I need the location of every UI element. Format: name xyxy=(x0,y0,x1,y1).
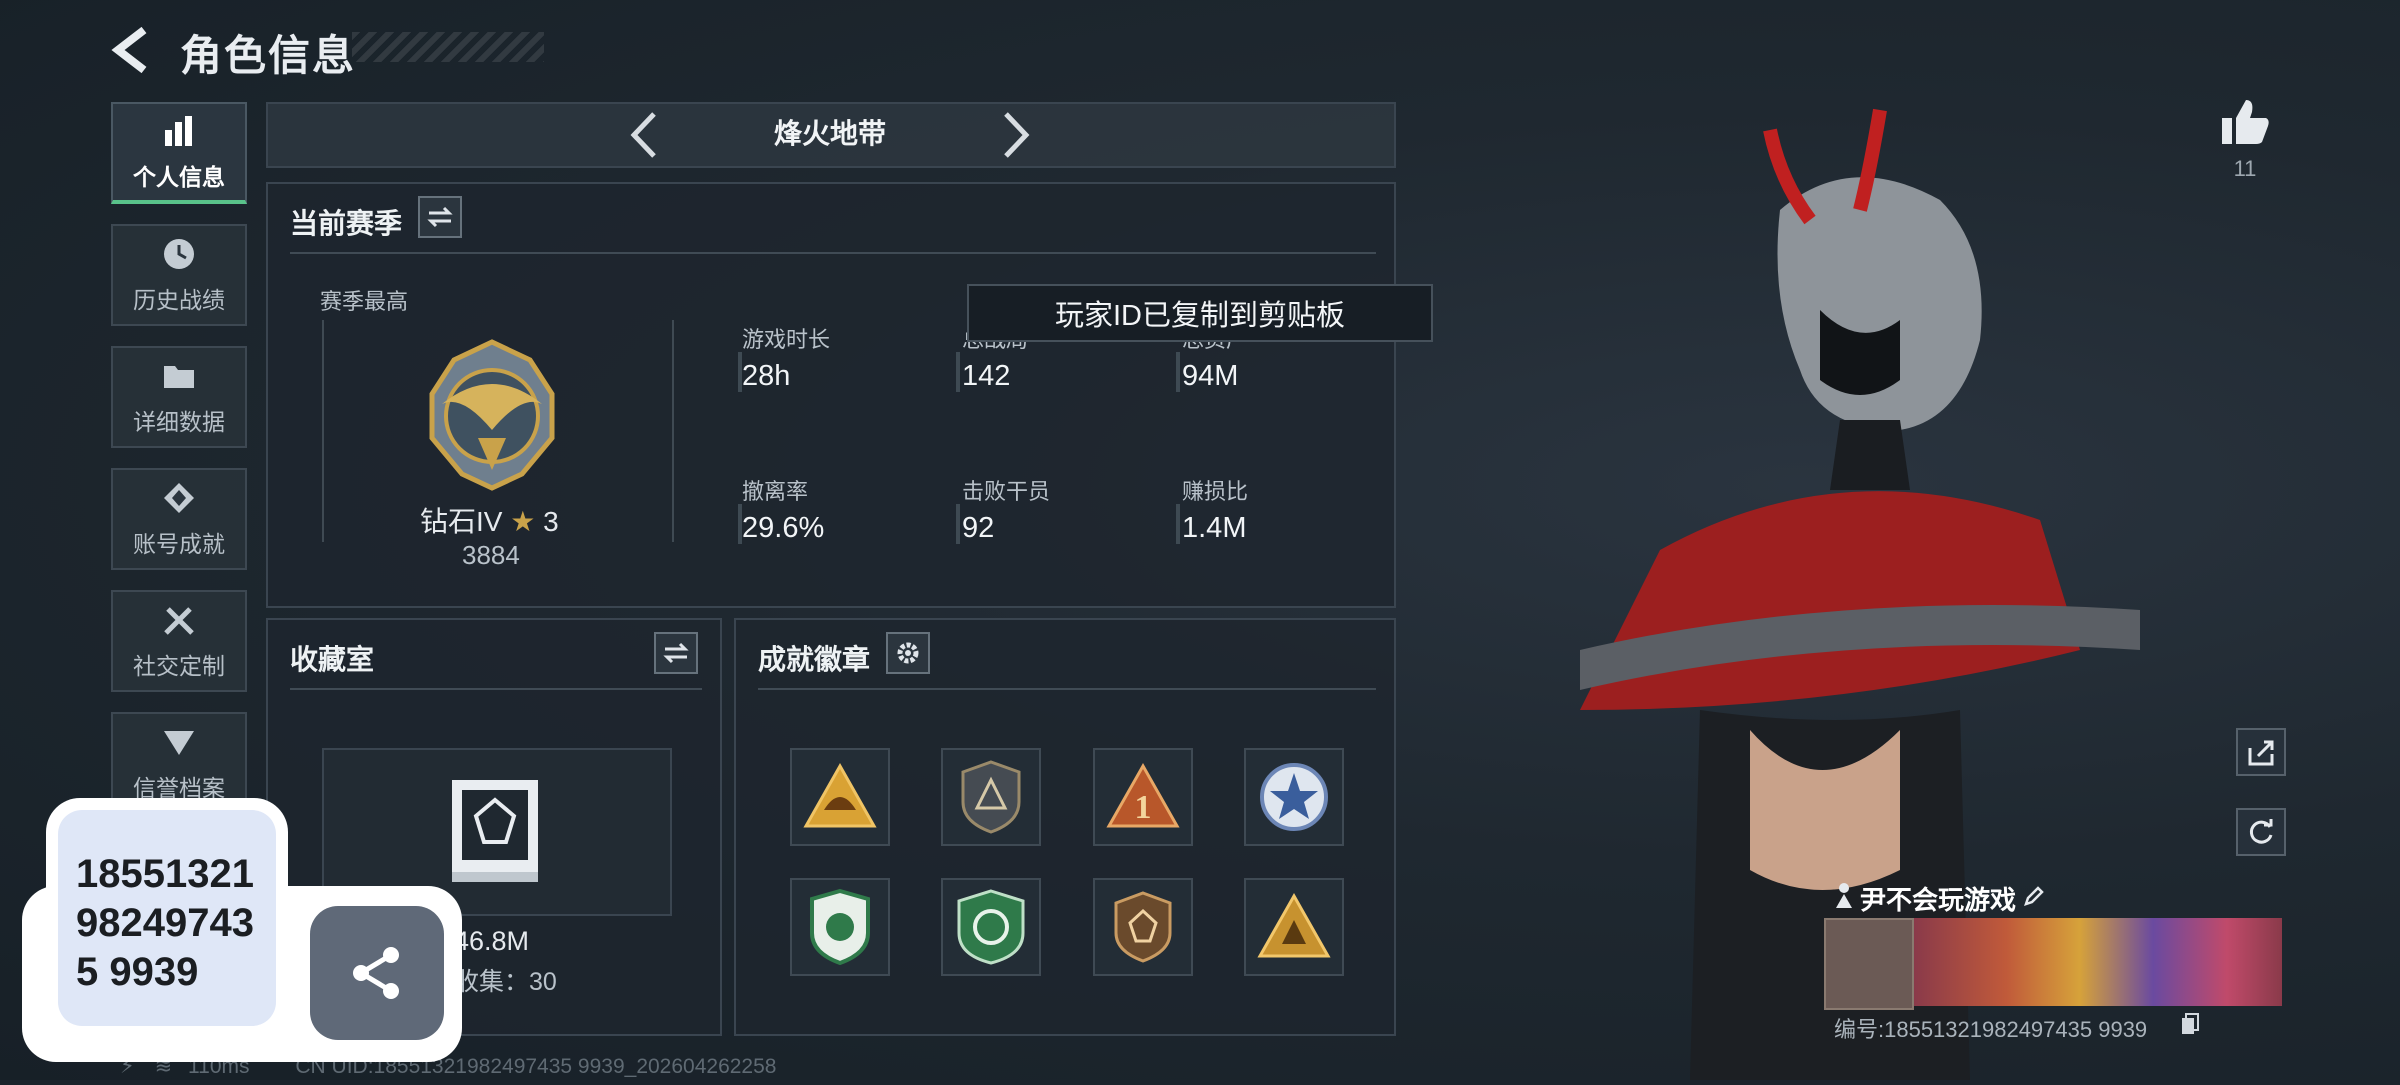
season-best-label: 赛季最高 xyxy=(320,289,409,314)
stat-label: 撤离率 xyxy=(742,479,809,504)
gear-icon xyxy=(897,642,919,664)
sidebar-item-achievements[interactable]: 账号成就 xyxy=(111,468,247,570)
rotate-button[interactable] xyxy=(2236,808,2286,856)
mode-prev-button[interactable] xyxy=(626,110,660,165)
stat-value: 29.6% xyxy=(742,512,825,544)
sidebar-item-detailed-data[interactable]: 详细数据 xyxy=(111,346,247,448)
tools-icon xyxy=(164,607,194,635)
sidebar-item-history[interactable]: 历史战绩 xyxy=(111,224,247,326)
chevron-right-icon xyxy=(1004,112,1030,158)
achievement-badge[interactable] xyxy=(790,878,890,976)
collection-value: 46.8M xyxy=(454,926,530,956)
star-icon: ★ xyxy=(510,506,536,537)
stat-label: 游戏时长 xyxy=(742,327,831,352)
divider xyxy=(290,688,702,690)
thumbs-up-icon xyxy=(2222,100,2269,144)
svg-text:1: 1 xyxy=(1135,789,1152,826)
stat-value: 1.4M xyxy=(1182,512,1247,544)
green-crest-badge-icon xyxy=(957,889,1025,965)
medal-icon xyxy=(164,483,194,513)
sidebar-item-personal-info[interactable]: 个人信息 xyxy=(111,102,247,204)
share-button[interactable] xyxy=(310,906,444,1040)
rank-stars: 3 xyxy=(543,506,559,537)
divider xyxy=(290,252,1376,254)
number-one-badge-icon: 1 xyxy=(1106,762,1180,828)
share-export-button[interactable] xyxy=(2236,728,2286,776)
collection-switch-button[interactable] xyxy=(654,632,698,674)
mode-label: 烽火地带 xyxy=(773,118,886,149)
shield-badge-icon xyxy=(961,760,1021,834)
achievements-settings-button[interactable] xyxy=(886,632,930,674)
achievement-badge[interactable] xyxy=(1093,878,1193,976)
stat-value: 28h xyxy=(742,360,791,392)
like-button[interactable] xyxy=(2218,96,2272,151)
rank-name: 钻石IV xyxy=(420,506,503,537)
rank-score: 3884 xyxy=(462,540,520,570)
mode-next-button[interactable] xyxy=(1000,110,1034,165)
stat-divider xyxy=(1176,352,1180,392)
achievement-badge[interactable] xyxy=(1244,878,1344,976)
swap-icon xyxy=(663,642,689,664)
stat-divider xyxy=(956,504,960,544)
green-shield-badge-icon xyxy=(810,888,870,966)
player-number: 编号:18551321982497435 9939 xyxy=(1834,1017,2148,1042)
title-decoration xyxy=(352,32,544,62)
page-title: 角色信息 xyxy=(180,32,357,79)
collection-count: 收集：30 xyxy=(454,968,557,996)
folder-icon xyxy=(164,366,194,388)
player-avatar[interactable] xyxy=(1824,918,1914,1010)
back-arrow-icon xyxy=(111,26,147,74)
sidebar-item-label: 个人信息 xyxy=(133,164,225,190)
player-name: 尹不会玩游戏 xyxy=(1860,885,2017,915)
achievement-badge[interactable] xyxy=(941,878,1041,976)
sidebar-item-label: 历史战绩 xyxy=(133,287,225,313)
player-banner xyxy=(1914,918,2282,1006)
sidebar-item-label: 详细数据 xyxy=(133,409,225,435)
stat-label: 击败干员 xyxy=(962,479,1051,504)
gold-triangle-badge-icon xyxy=(1257,892,1331,958)
achievement-badge[interactable] xyxy=(941,748,1041,846)
sidebar-item-label: 账号成就 xyxy=(133,531,225,557)
export-icon xyxy=(2248,740,2274,766)
share-icon xyxy=(353,947,399,999)
shield-icon xyxy=(164,731,194,755)
achievements-title: 成就徽章 xyxy=(758,644,871,675)
person-icon xyxy=(1834,882,1854,913)
chevron-left-icon xyxy=(630,112,656,158)
sidebar-item-social-custom[interactable]: 社交定制 xyxy=(111,590,247,692)
stat-value: 142 xyxy=(962,360,1011,392)
bar-chart-icon xyxy=(165,116,192,146)
copy-icon[interactable] xyxy=(2180,1012,2200,1041)
season-title: 当前赛季 xyxy=(290,208,403,239)
stat-value: 94M xyxy=(1182,360,1239,392)
collection-title: 收藏室 xyxy=(290,644,375,675)
rank-emblem-icon xyxy=(412,334,572,499)
refresh-icon xyxy=(2249,819,2273,844)
star-medal-badge-icon xyxy=(1260,763,1328,831)
stat-divider xyxy=(956,352,960,392)
achievement-badge[interactable] xyxy=(1244,748,1344,846)
bronze-shield-badge-icon xyxy=(1114,891,1172,963)
like-count: 11 xyxy=(2233,156,2257,181)
vault-icon xyxy=(448,776,542,891)
stat-divider xyxy=(1176,504,1180,544)
clock-icon xyxy=(164,239,194,269)
stat-label: 赚损比 xyxy=(1182,479,1249,504)
copied-id-text[interactable]: 18551321982497435 9939 xyxy=(76,850,276,997)
season-switch-button[interactable] xyxy=(418,196,462,238)
triangle-helmet-badge-icon xyxy=(803,762,877,828)
achievement-badge[interactable]: 1 xyxy=(1093,748,1193,846)
pencil-icon xyxy=(2024,886,2044,906)
achievement-badge[interactable] xyxy=(790,748,890,846)
edit-name-button[interactable] xyxy=(2022,884,2046,913)
divider xyxy=(758,688,1376,690)
stat-value: 92 xyxy=(962,512,995,544)
swap-icon xyxy=(427,206,453,228)
rank-name-row: 钻石IV ★ 3 xyxy=(420,500,559,540)
copy-toast: 玩家ID已复制到剪贴板 xyxy=(967,284,1433,342)
back-button[interactable] xyxy=(110,24,154,76)
sidebar-item-label: 社交定制 xyxy=(133,653,225,679)
